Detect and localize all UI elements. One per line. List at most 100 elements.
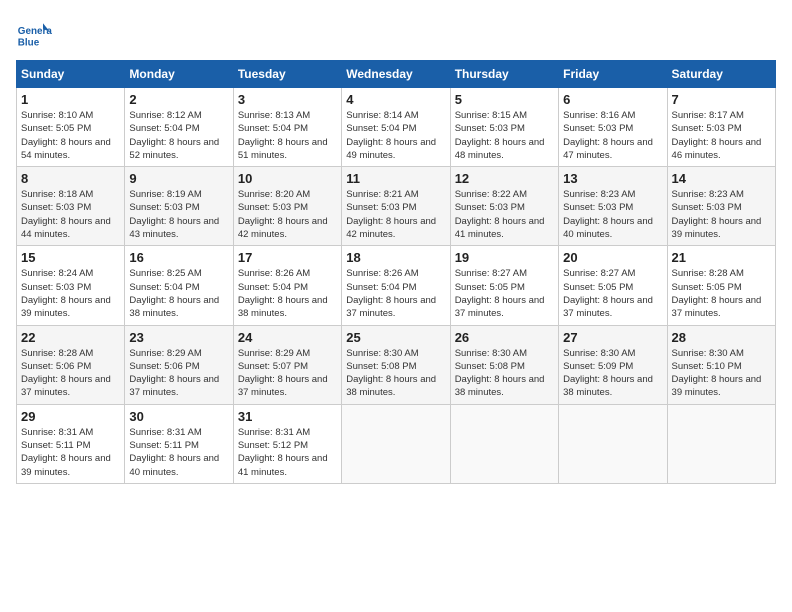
- day-info: Sunrise: 8:30 AMSunset: 5:08 PMDaylight:…: [455, 347, 554, 400]
- day-info: Sunrise: 8:27 AMSunset: 5:05 PMDaylight:…: [455, 267, 554, 320]
- day-info: Sunrise: 8:27 AMSunset: 5:05 PMDaylight:…: [563, 267, 662, 320]
- logo-icon: General Blue: [16, 16, 52, 52]
- day-info: Sunrise: 8:26 AMSunset: 5:04 PMDaylight:…: [346, 267, 445, 320]
- day-number: 8: [21, 171, 120, 186]
- day-info: Sunrise: 8:14 AMSunset: 5:04 PMDaylight:…: [346, 109, 445, 162]
- calendar-day-cell: 5 Sunrise: 8:15 AMSunset: 5:03 PMDaylight…: [450, 88, 558, 167]
- day-number: 3: [238, 92, 337, 107]
- calendar-day-cell: 22 Sunrise: 8:28 AMSunset: 5:06 PMDayligh…: [17, 325, 125, 404]
- calendar-day-cell: [450, 404, 558, 483]
- weekday-header-cell: Sunday: [17, 61, 125, 88]
- day-number: 24: [238, 330, 337, 345]
- calendar-day-cell: 28 Sunrise: 8:30 AMSunset: 5:10 PMDayligh…: [667, 325, 775, 404]
- calendar-week-row: 15 Sunrise: 8:24 AMSunset: 5:03 PMDayligh…: [17, 246, 776, 325]
- day-info: Sunrise: 8:17 AMSunset: 5:03 PMDaylight:…: [672, 109, 771, 162]
- day-number: 29: [21, 409, 120, 424]
- weekday-header-cell: Friday: [559, 61, 667, 88]
- day-info: Sunrise: 8:30 AMSunset: 5:10 PMDaylight:…: [672, 347, 771, 400]
- calendar-day-cell: 11Sunrise: 8:21 AMSunset: 5:03 PMDayligh…: [342, 167, 450, 246]
- calendar-day-cell: 30Sunrise: 8:31 AMSunset: 5:11 PMDayligh…: [125, 404, 233, 483]
- calendar-day-cell: 27 Sunrise: 8:30 AMSunset: 5:09 PMDayligh…: [559, 325, 667, 404]
- weekday-header-cell: Saturday: [667, 61, 775, 88]
- day-number: 1: [21, 92, 120, 107]
- day-info: Sunrise: 8:13 AMSunset: 5:04 PMDaylight:…: [238, 109, 337, 162]
- weekday-header-cell: Monday: [125, 61, 233, 88]
- day-number: 31: [238, 409, 337, 424]
- calendar-day-cell: 1 Sunrise: 8:10 AMSunset: 5:05 PMDaylight…: [17, 88, 125, 167]
- svg-text:Blue: Blue: [18, 38, 40, 49]
- calendar-week-row: 8 Sunrise: 8:18 AMSunset: 5:03 PMDaylight…: [17, 167, 776, 246]
- calendar-day-cell: 25 Sunrise: 8:30 AMSunset: 5:08 PMDayligh…: [342, 325, 450, 404]
- day-info: Sunrise: 8:29 AMSunset: 5:06 PMDaylight:…: [129, 347, 228, 400]
- calendar-day-cell: [342, 404, 450, 483]
- calendar-day-cell: 3 Sunrise: 8:13 AMSunset: 5:04 PMDaylight…: [233, 88, 341, 167]
- weekday-header-cell: Tuesday: [233, 61, 341, 88]
- day-number: 19: [455, 250, 554, 265]
- calendar-week-row: 22 Sunrise: 8:28 AMSunset: 5:06 PMDayligh…: [17, 325, 776, 404]
- svg-text:General: General: [18, 26, 52, 37]
- day-number: 22: [21, 330, 120, 345]
- day-info: Sunrise: 8:10 AMSunset: 5:05 PMDaylight:…: [21, 109, 120, 162]
- calendar-day-cell: 23 Sunrise: 8:29 AMSunset: 5:06 PMDayligh…: [125, 325, 233, 404]
- day-info: Sunrise: 8:12 AMSunset: 5:04 PMDaylight:…: [129, 109, 228, 162]
- day-number: 20: [563, 250, 662, 265]
- calendar-table: SundayMondayTuesdayWednesdayThursdayFrid…: [16, 60, 776, 484]
- calendar-day-cell: 4Sunrise: 8:14 AMSunset: 5:04 PMDaylight…: [342, 88, 450, 167]
- logo: General Blue: [16, 16, 56, 52]
- day-number: 7: [672, 92, 771, 107]
- day-number: 10: [238, 171, 337, 186]
- day-info: Sunrise: 8:28 AMSunset: 5:05 PMDaylight:…: [672, 267, 771, 320]
- day-info: Sunrise: 8:30 AMSunset: 5:08 PMDaylight:…: [346, 347, 445, 400]
- calendar-day-cell: 19 Sunrise: 8:27 AMSunset: 5:05 PMDayligh…: [450, 246, 558, 325]
- day-info: Sunrise: 8:22 AMSunset: 5:03 PMDaylight:…: [455, 188, 554, 241]
- calendar-day-cell: 10Sunrise: 8:20 AMSunset: 5:03 PMDayligh…: [233, 167, 341, 246]
- day-info: Sunrise: 8:31 AMSunset: 5:11 PMDaylight:…: [21, 426, 120, 479]
- day-info: Sunrise: 8:19 AMSunset: 5:03 PMDaylight:…: [129, 188, 228, 241]
- day-number: 28: [672, 330, 771, 345]
- calendar-day-cell: 9 Sunrise: 8:19 AMSunset: 5:03 PMDaylight…: [125, 167, 233, 246]
- day-info: Sunrise: 8:15 AMSunset: 5:03 PMDaylight:…: [455, 109, 554, 162]
- calendar-day-cell: 21 Sunrise: 8:28 AMSunset: 5:05 PMDayligh…: [667, 246, 775, 325]
- day-number: 27: [563, 330, 662, 345]
- calendar-week-row: 29 Sunrise: 8:31 AMSunset: 5:11 PMDayligh…: [17, 404, 776, 483]
- day-number: 23: [129, 330, 228, 345]
- page-header: General Blue: [16, 16, 776, 52]
- calendar-day-cell: 18 Sunrise: 8:26 AMSunset: 5:04 PMDayligh…: [342, 246, 450, 325]
- calendar-day-cell: 14 Sunrise: 8:23 AMSunset: 5:03 PMDayligh…: [667, 167, 775, 246]
- calendar-day-cell: 2Sunrise: 8:12 AMSunset: 5:04 PMDaylight…: [125, 88, 233, 167]
- calendar-day-cell: 8 Sunrise: 8:18 AMSunset: 5:03 PMDaylight…: [17, 167, 125, 246]
- calendar-day-cell: 26 Sunrise: 8:30 AMSunset: 5:08 PMDayligh…: [450, 325, 558, 404]
- day-number: 13: [563, 171, 662, 186]
- day-info: Sunrise: 8:18 AMSunset: 5:03 PMDaylight:…: [21, 188, 120, 241]
- calendar-day-cell: 16Sunrise: 8:25 AMSunset: 5:04 PMDayligh…: [125, 246, 233, 325]
- calendar-day-cell: 31Sunrise: 8:31 AMSunset: 5:12 PMDayligh…: [233, 404, 341, 483]
- day-info: Sunrise: 8:23 AMSunset: 5:03 PMDaylight:…: [672, 188, 771, 241]
- calendar-day-cell: 29 Sunrise: 8:31 AMSunset: 5:11 PMDayligh…: [17, 404, 125, 483]
- day-number: 15: [21, 250, 120, 265]
- calendar-day-cell: [559, 404, 667, 483]
- calendar-body: 1 Sunrise: 8:10 AMSunset: 5:05 PMDaylight…: [17, 88, 776, 484]
- day-number: 6: [563, 92, 662, 107]
- calendar-day-cell: [667, 404, 775, 483]
- day-number: 21: [672, 250, 771, 265]
- day-number: 25: [346, 330, 445, 345]
- day-number: 12: [455, 171, 554, 186]
- day-info: Sunrise: 8:30 AMSunset: 5:09 PMDaylight:…: [563, 347, 662, 400]
- day-number: 18: [346, 250, 445, 265]
- day-number: 26: [455, 330, 554, 345]
- day-info: Sunrise: 8:24 AMSunset: 5:03 PMDaylight:…: [21, 267, 120, 320]
- day-info: Sunrise: 8:29 AMSunset: 5:07 PMDaylight:…: [238, 347, 337, 400]
- calendar-day-cell: 15 Sunrise: 8:24 AMSunset: 5:03 PMDayligh…: [17, 246, 125, 325]
- day-info: Sunrise: 8:26 AMSunset: 5:04 PMDaylight:…: [238, 267, 337, 320]
- day-number: 9: [129, 171, 228, 186]
- weekday-header-cell: Wednesday: [342, 61, 450, 88]
- day-number: 30: [129, 409, 228, 424]
- calendar-day-cell: 17 Sunrise: 8:26 AMSunset: 5:04 PMDayligh…: [233, 246, 341, 325]
- day-number: 14: [672, 171, 771, 186]
- day-number: 17: [238, 250, 337, 265]
- calendar-week-row: 1 Sunrise: 8:10 AMSunset: 5:05 PMDaylight…: [17, 88, 776, 167]
- day-info: Sunrise: 8:23 AMSunset: 5:03 PMDaylight:…: [563, 188, 662, 241]
- day-number: 5: [455, 92, 554, 107]
- day-info: Sunrise: 8:28 AMSunset: 5:06 PMDaylight:…: [21, 347, 120, 400]
- day-info: Sunrise: 8:16 AMSunset: 5:03 PMDaylight:…: [563, 109, 662, 162]
